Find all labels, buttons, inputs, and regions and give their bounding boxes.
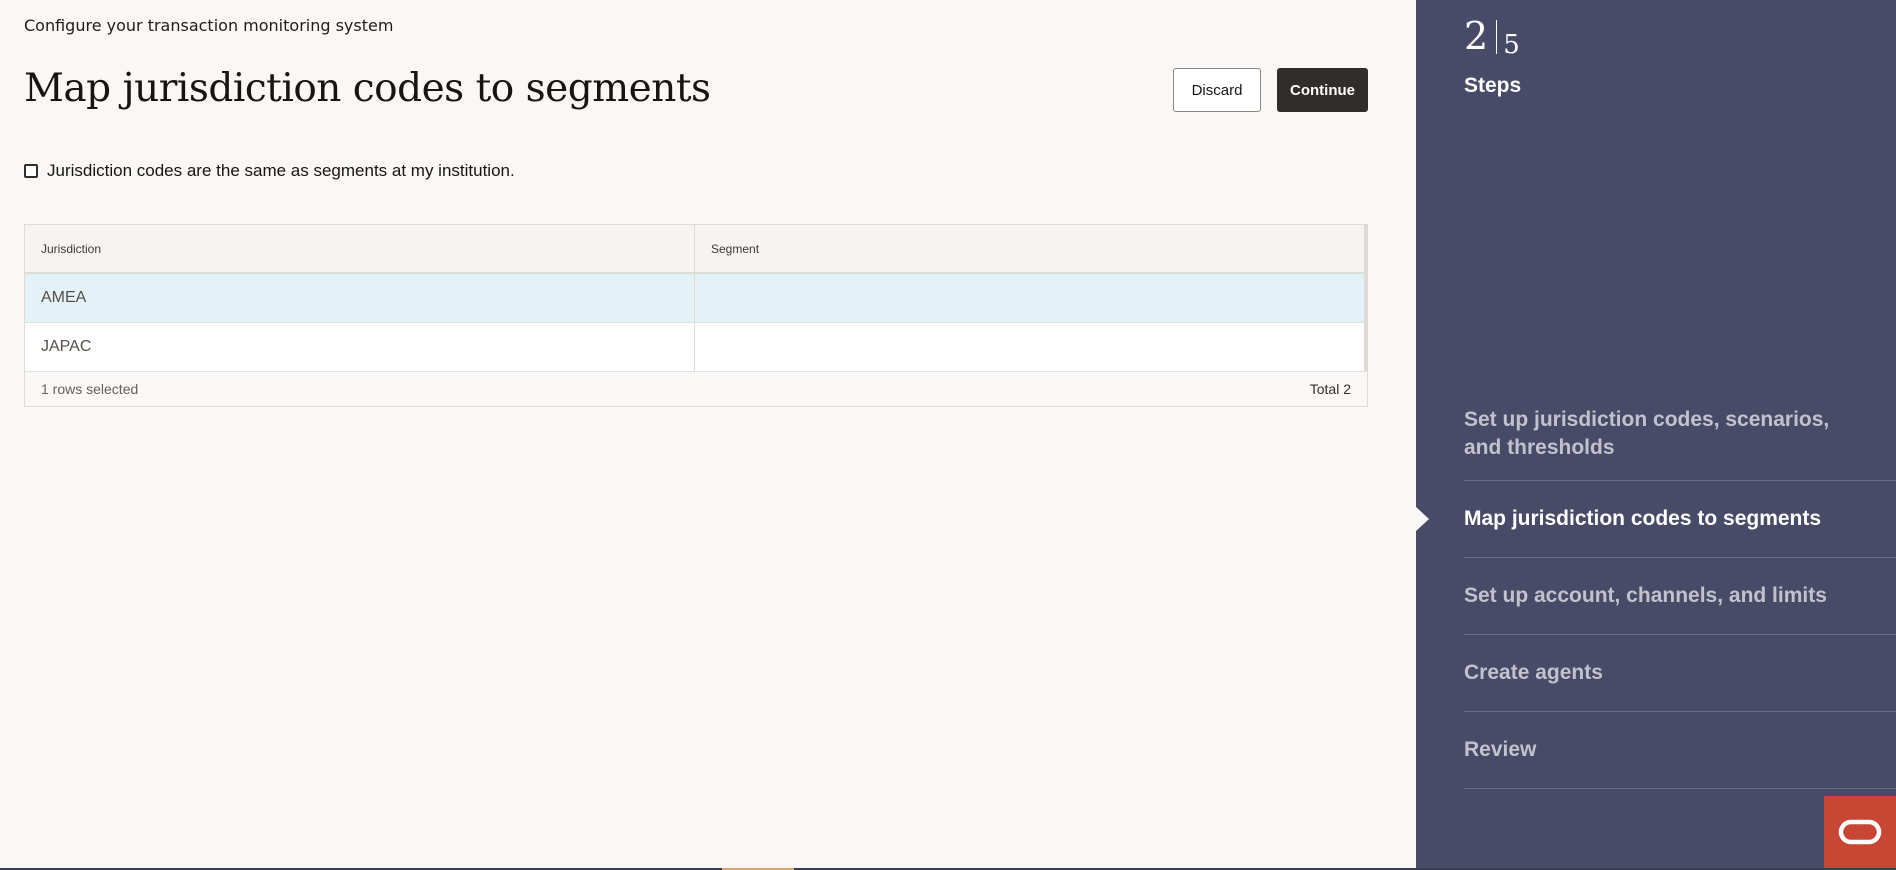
jurisdiction-cell[interactable]: JAPAC bbox=[25, 323, 695, 371]
main-content: Configure your transaction monitoring sy… bbox=[0, 0, 1416, 868]
total-steps-number: 5 bbox=[1503, 30, 1520, 60]
column-header-segment[interactable]: Segment bbox=[695, 225, 1364, 272]
step-label: Set up account, channels, and limits bbox=[1464, 584, 1827, 607]
same-as-segments-label: Jurisdiction codes are the same as segme… bbox=[47, 161, 515, 180]
wizard-page: Configure your transaction monitoring sy… bbox=[0, 0, 1896, 870]
same-as-segments-option[interactable]: Jurisdiction codes are the same as segme… bbox=[24, 161, 515, 181]
table-row[interactable]: AMEA bbox=[25, 274, 1367, 323]
page-subtitle: Configure your transaction monitoring sy… bbox=[24, 16, 394, 35]
steps-sidebar: 2 5 Steps Set up jurisdiction codes, sce… bbox=[1416, 0, 1896, 868]
step-divider bbox=[1496, 20, 1498, 54]
step-item-map-segments[interactable]: Map jurisdiction codes to segments bbox=[1416, 481, 1896, 558]
oracle-logo-icon bbox=[1838, 819, 1882, 845]
jurisdiction-segment-table: Jurisdiction Segment AMEA JAPAC 1 rows s… bbox=[24, 224, 1368, 407]
total-count: Total 2 bbox=[1309, 381, 1351, 397]
column-header-jurisdiction[interactable]: Jurisdiction bbox=[25, 225, 695, 272]
steps-heading: Steps bbox=[1464, 74, 1522, 97]
table-footer: 1 rows selected Total 2 bbox=[25, 372, 1367, 406]
jurisdiction-cell[interactable]: AMEA bbox=[25, 274, 695, 322]
step-label: Map jurisdiction codes to segments bbox=[1464, 507, 1822, 530]
step-item-review[interactable]: Review bbox=[1464, 712, 1896, 789]
current-step-marker-icon bbox=[1416, 507, 1429, 531]
step-list: Set up jurisdiction codes, scenarios, an… bbox=[1416, 388, 1896, 789]
step-label: Create agents bbox=[1464, 661, 1603, 684]
step-label: Set up jurisdiction codes, scenarios, an… bbox=[1464, 408, 1830, 459]
segment-cell[interactable] bbox=[695, 274, 1364, 322]
rows-selected-count: 1 rows selected bbox=[41, 381, 139, 397]
same-as-segments-checkbox[interactable] bbox=[24, 164, 38, 178]
table-header: Jurisdiction Segment bbox=[25, 225, 1367, 274]
current-step-number: 2 bbox=[1464, 14, 1489, 58]
step-label: Review bbox=[1464, 738, 1537, 761]
table-row[interactable]: JAPAC bbox=[25, 323, 1367, 372]
step-item-create-agents[interactable]: Create agents bbox=[1464, 635, 1896, 712]
step-counter: 2 5 bbox=[1464, 14, 1520, 58]
step-item-accounts-channels[interactable]: Set up account, channels, and limits bbox=[1464, 558, 1896, 635]
discard-button[interactable]: Discard bbox=[1173, 68, 1261, 112]
continue-button[interactable]: Continue bbox=[1277, 68, 1368, 112]
oracle-badge[interactable] bbox=[1824, 796, 1896, 868]
segment-cell[interactable] bbox=[695, 323, 1364, 371]
step-item-jurisdiction-codes[interactable]: Set up jurisdiction codes, scenarios, an… bbox=[1464, 388, 1896, 481]
page-title: Map jurisdiction codes to segments bbox=[24, 66, 711, 111]
